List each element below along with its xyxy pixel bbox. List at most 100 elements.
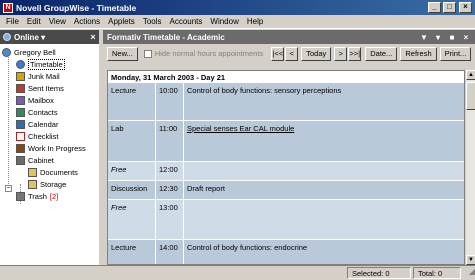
scroll-up-icon[interactable]: ▲ — [466, 70, 475, 80]
contacts-icon — [16, 107, 25, 117]
menu-view[interactable]: View — [45, 17, 70, 26]
timetable-row[interactable]: Free 13:00 — [108, 200, 464, 239]
timetable-row[interactable]: Lecture 14:00 Control of body functions:… — [108, 240, 464, 264]
refresh-button[interactable]: Refresh — [400, 46, 437, 61]
slot-time: 12:00 — [155, 162, 183, 180]
tree-item-documents[interactable]: Documents — [28, 167, 78, 177]
selected-count: Selected: 0 — [347, 267, 411, 279]
tree-item-label: Junk Mail — [28, 71, 60, 81]
tree-item-label: Cabinet — [28, 155, 54, 165]
menu-help[interactable]: Help — [243, 17, 267, 26]
print-button[interactable]: Print... — [439, 46, 472, 61]
timetable-row[interactable]: Lab 11:00 Special senses Ear CAL module — [108, 121, 464, 161]
filter-icon[interactable]: ▼ — [419, 33, 429, 42]
timetable-row[interactable]: Free 12:00 — [108, 162, 464, 180]
calendar-icon — [16, 119, 25, 129]
slot-time: 14:00 — [155, 240, 183, 264]
timetable-row[interactable]: Lecture 10:00 Control of body functions:… — [108, 83, 464, 120]
expand-cabinet-icon[interactable]: − — [5, 185, 12, 192]
tree-item-sent-items[interactable]: Sent Items — [16, 83, 64, 93]
slot-time: 12:30 — [155, 181, 183, 199]
total-count: Total: 0 — [413, 267, 461, 279]
prev-button[interactable]: < — [285, 46, 299, 61]
tree-item-storage[interactable]: Storage — [28, 179, 66, 189]
window-title: Novell GroupWise - Timetable — [16, 2, 137, 13]
new-button[interactable]: New... — [107, 46, 138, 61]
junk-mail-icon — [16, 71, 25, 81]
tree-item-checklist[interactable]: Checklist — [16, 131, 58, 141]
close-pane-icon[interactable]: × — [87, 32, 99, 42]
folder-icon — [28, 179, 37, 189]
tree-item-label: Documents — [40, 167, 78, 177]
slot-subject: Control of body functions: sensory perce… — [183, 83, 464, 120]
tree-item-label: Contacts — [28, 107, 58, 117]
tree-item-label: Calendar — [28, 119, 59, 129]
close-button[interactable]: × — [459, 2, 472, 13]
timetable-pane: Formativ Timetable - Academic ▼ ▾ ■ × Ne… — [103, 30, 475, 265]
online-status-icon — [3, 33, 11, 41]
tree-item-label: Mailbox — [28, 95, 54, 105]
timetable-row[interactable]: Discussion 12:30 Draft report — [108, 181, 464, 199]
menu-file[interactable]: File — [2, 17, 23, 26]
today-button[interactable]: Today — [301, 46, 332, 61]
groupwise-logo-icon: N — [3, 2, 13, 13]
next-button[interactable]: > — [334, 46, 348, 61]
tree-item-label: Sent Items — [28, 83, 64, 93]
cabinet-icon — [16, 155, 25, 165]
trash-icon — [16, 191, 25, 201]
tree-item-label: Checklist — [28, 131, 59, 141]
menu-accounts[interactable]: Accounts — [166, 17, 207, 26]
slot-subject: Draft report — [183, 181, 464, 199]
menu-actions[interactable]: Actions — [70, 17, 104, 26]
scroll-down-icon[interactable]: ▼ — [466, 255, 475, 265]
vertical-scrollbar[interactable]: ▲ ▼ — [465, 70, 475, 265]
day-view: Monday, 31 March 2003 - Day 21 Lecture 1… — [107, 70, 465, 265]
slot-type: Lecture — [111, 243, 137, 252]
tree-item-contacts[interactable]: Contacts — [16, 107, 58, 117]
hide-normal-hours-checkbox[interactable]: Hide normal hours appointments — [143, 49, 263, 58]
tree-item-label: Trash — [28, 191, 47, 201]
checklist-icon — [16, 131, 25, 141]
last-button[interactable]: >>| — [348, 46, 362, 61]
resize-grip-icon[interactable]: ◢ — [463, 267, 475, 279]
checkbox-box — [143, 49, 152, 58]
folder-pane: Online ▾ × − Gregory Bell Timetable Junk… — [0, 30, 101, 265]
menu-applets[interactable]: Applets — [104, 17, 139, 26]
restore-pane-icon[interactable]: ■ — [447, 33, 457, 42]
menu-edit[interactable]: Edit — [23, 17, 45, 26]
close-pane-icon[interactable]: × — [461, 33, 471, 42]
work-in-progress-icon — [16, 143, 25, 153]
status-bar: Selected: 0 Total: 0 ◢ — [0, 265, 475, 280]
menu-tools[interactable]: Tools — [139, 17, 166, 26]
tree-item-cabinet[interactable]: Cabinet — [16, 155, 54, 165]
slot-time: 10:00 — [155, 83, 183, 120]
tree-item-work-in-progress[interactable]: Work In Progress — [16, 143, 86, 153]
date-button[interactable]: Date... — [365, 46, 398, 61]
tree-item-trash[interactable]: Trash [2] — [16, 191, 58, 201]
slot-subject-link[interactable]: Special senses Ear CAL module — [187, 124, 294, 133]
tree-item-calendar[interactable]: Calendar — [16, 119, 58, 129]
online-mode-dropdown[interactable]: Online ▾ — [14, 33, 87, 42]
tree-user[interactable]: Gregory Bell — [2, 47, 56, 57]
maximize-button[interactable]: □ — [443, 2, 456, 13]
timetable-header: Formativ Timetable - Academic ▼ ▾ ■ × — [103, 30, 475, 44]
slot-type: Free — [111, 203, 127, 212]
timetable-title: Formativ Timetable - Academic — [107, 32, 225, 42]
tree-item-mailbox[interactable]: Mailbox — [16, 95, 54, 105]
menu-bar: File Edit View Actions Applets Tools Acc… — [0, 15, 475, 29]
slot-time: 13:00 — [155, 200, 183, 239]
slot-type: Lecture — [111, 86, 137, 95]
dropdown-icon[interactable]: ▾ — [433, 33, 443, 42]
sent-items-icon — [16, 83, 25, 93]
tree-line — [8, 54, 9, 186]
slot-type: Free — [111, 165, 127, 174]
user-name: Gregory Bell — [14, 47, 56, 57]
tree-item-timetable[interactable]: Timetable — [16, 58, 65, 70]
scroll-thumb[interactable] — [466, 82, 475, 110]
tree-item-junk-mail[interactable]: Junk Mail — [16, 71, 60, 81]
first-button[interactable]: |<< — [271, 46, 285, 61]
user-globe-icon — [2, 47, 11, 57]
minimize-button[interactable]: _ — [428, 2, 441, 13]
slot-time: 11:00 — [155, 121, 183, 161]
menu-window[interactable]: Window — [206, 17, 242, 26]
